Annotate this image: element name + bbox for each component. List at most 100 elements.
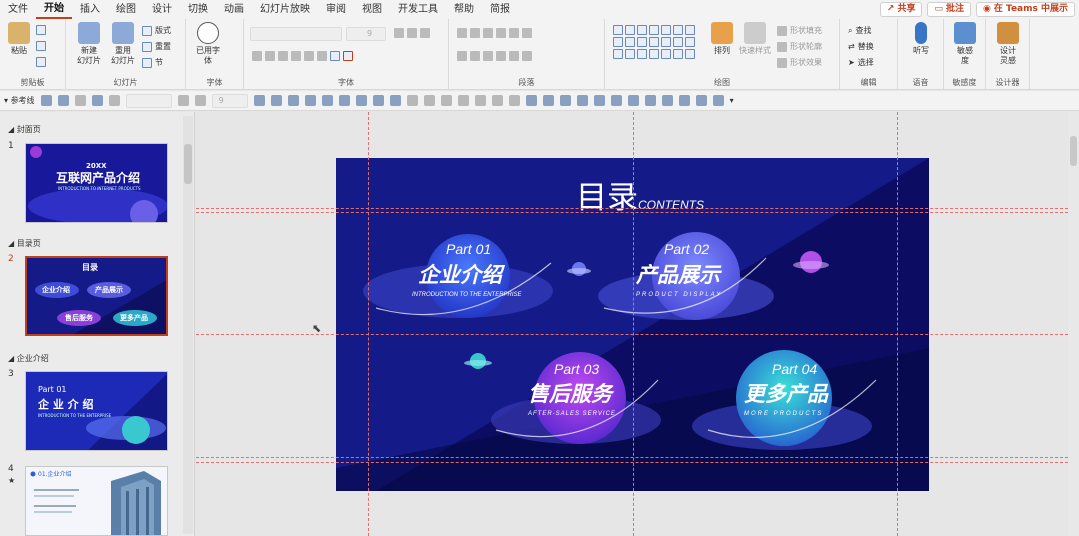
tab-review[interactable]: 审阅 xyxy=(318,0,354,19)
quick-style-button[interactable]: 快速样式 xyxy=(737,22,773,56)
slide-editing-area[interactable]: 目录 CONTENTS Part 01 企业介绍 INTRODUCTION TO… xyxy=(196,112,1068,536)
tab-view[interactable]: 视图 xyxy=(354,0,390,19)
tab-developer[interactable]: 开发工具 xyxy=(390,0,446,19)
section-header[interactable]: ◢ 封面页 xyxy=(8,124,41,135)
tab-file[interactable]: 文件 xyxy=(0,0,36,19)
font-format-buttons[interactable] xyxy=(252,51,353,61)
sensitivity-button[interactable]: 敏感 度 xyxy=(952,22,978,66)
eraser-icon[interactable] xyxy=(559,95,571,106)
align-left-icon[interactable] xyxy=(253,95,265,106)
panel-scrollbar[interactable] xyxy=(183,116,193,534)
align-center-icon[interactable] xyxy=(287,95,299,106)
used-fonts-button[interactable]: 已用字体 xyxy=(194,22,222,66)
scroll-thumb[interactable] xyxy=(1070,136,1077,166)
tab-slideshow[interactable]: 幻灯片放映 xyxy=(252,0,318,19)
arrange-button[interactable]: 排列 xyxy=(709,22,735,56)
scroll-thumb[interactable] xyxy=(184,144,192,184)
line-icon[interactable] xyxy=(457,95,469,106)
shrink-font-icon[interactable] xyxy=(194,95,206,106)
tab-briefing[interactable]: 简报 xyxy=(482,0,518,19)
grow-font-icon[interactable] xyxy=(177,95,189,106)
highlight-icon xyxy=(330,51,340,61)
slide-thumb-1[interactable]: 20XX 互联网产品介绍 INTRODUCTION TO INTERNET PR… xyxy=(25,143,168,223)
case-icon xyxy=(317,51,327,61)
shape-fill-button[interactable]: 形状填充 xyxy=(777,25,822,36)
brush-icon[interactable] xyxy=(491,95,503,106)
picture-icon[interactable] xyxy=(508,95,520,106)
shapes-gallery[interactable] xyxy=(613,25,705,59)
rectangle-icon[interactable] xyxy=(406,95,418,106)
tab-insert[interactable]: 插入 xyxy=(72,0,108,19)
tab-home[interactable]: 开始 xyxy=(36,0,72,19)
share-button[interactable]: ↗ 共享 xyxy=(879,2,923,17)
dictate-button[interactable]: 听写 xyxy=(908,22,934,56)
text-color-icon[interactable] xyxy=(593,95,605,106)
replace-button[interactable]: ⇄ 替换 xyxy=(848,41,874,52)
eyedropper-icon[interactable] xyxy=(610,95,622,106)
redo-icon[interactable] xyxy=(74,95,86,106)
slide-thumb-2[interactable]: 目录 企业介绍 产品展示 售后服务 更多产品 xyxy=(25,256,168,336)
slide-thumb-4[interactable]: 01.企业介绍 xyxy=(25,466,168,536)
guide-line xyxy=(196,212,1068,213)
outline-color-icon[interactable] xyxy=(576,95,588,106)
cut-button[interactable] xyxy=(36,25,46,35)
find-button[interactable]: ⌕ 查找 xyxy=(848,25,871,36)
shape-outline-button[interactable]: 形状轮廓 xyxy=(777,41,822,52)
teams-present-button[interactable]: ◉ 在 Teams 中展示 xyxy=(976,2,1075,17)
qat-font-select[interactable] xyxy=(125,93,172,108)
align-buttons[interactable] xyxy=(457,51,532,61)
tab-design[interactable]: 设计 xyxy=(144,0,180,19)
highlighter-icon[interactable] xyxy=(542,95,554,106)
tab-help[interactable]: 帮助 xyxy=(446,0,482,19)
align-top-icon[interactable] xyxy=(270,95,282,106)
resize-icon[interactable] xyxy=(695,95,707,106)
section-header[interactable]: ◢ 企业介绍 xyxy=(8,353,49,364)
slide-thumb-3[interactable]: Part 01 企 业 介 绍 INTRODUCTION TO THE ENTE… xyxy=(25,371,168,451)
tab-animations[interactable]: 动画 xyxy=(216,0,252,19)
tab-draw[interactable]: 绘图 xyxy=(108,0,144,19)
reset-button[interactable]: 重置 xyxy=(142,41,171,52)
customize-qat-icon[interactable]: ▾ xyxy=(730,96,734,105)
new-slide-button[interactable]: 新建 幻灯片 xyxy=(74,22,104,66)
present-icon[interactable] xyxy=(91,95,103,106)
list-buttons[interactable] xyxy=(457,28,532,38)
section-header[interactable]: ◢ 目录页 xyxy=(8,238,41,249)
save-icon[interactable] xyxy=(40,95,52,106)
reuse-slide-button[interactable]: 重用 幻灯片 xyxy=(108,22,138,66)
cover-thumb-art: 20XX 互联网产品介绍 INTRODUCTION TO INTERNET PR… xyxy=(28,146,167,222)
copy-button[interactable] xyxy=(36,41,46,51)
eyedropper2-icon[interactable] xyxy=(627,95,639,106)
grid-icon[interactable] xyxy=(108,95,120,106)
device-icon[interactable] xyxy=(712,95,724,106)
paste-button[interactable]: 粘贴 xyxy=(6,22,32,56)
shape-effect-button[interactable]: 形状效果 xyxy=(777,57,822,68)
pen-icon[interactable] xyxy=(525,95,537,106)
distribute-icon[interactable] xyxy=(321,95,333,106)
qat-font-size[interactable]: 9 xyxy=(211,93,248,108)
layout-button[interactable]: 版式 xyxy=(142,25,171,36)
font-family-select[interactable] xyxy=(250,27,342,41)
flag-icon[interactable] xyxy=(661,95,673,106)
align-right-icon[interactable] xyxy=(338,95,350,106)
align-middle-icon[interactable] xyxy=(304,95,316,106)
fill-icon[interactable] xyxy=(474,95,486,106)
designer-button[interactable]: 设计 灵感 xyxy=(994,22,1022,66)
comment-button[interactable]: ▭ 批注 xyxy=(927,2,972,17)
tab-transitions[interactable]: 切换 xyxy=(180,0,216,19)
star-icon[interactable] xyxy=(644,95,656,106)
order-icon[interactable] xyxy=(389,95,401,106)
crop-icon[interactable] xyxy=(678,95,690,106)
guides-toggle[interactable]: ▾ 参考线 xyxy=(4,95,35,106)
section-button[interactable]: 节 xyxy=(142,57,163,68)
group-icon[interactable] xyxy=(372,95,384,106)
font-grow-shrink[interactable] xyxy=(394,28,430,38)
select-button[interactable]: ➤ 选择 xyxy=(848,57,874,68)
rounded-rect-icon[interactable] xyxy=(423,95,435,106)
format-painter-button[interactable] xyxy=(36,57,46,67)
undo-icon[interactable] xyxy=(57,95,69,106)
canvas-scrollbar[interactable] xyxy=(1068,112,1079,536)
oval-icon[interactable] xyxy=(440,95,452,106)
font-size-select[interactable]: 9 xyxy=(346,27,386,41)
thumb3-sub: INTRODUCTION TO THE ENTERPRISE xyxy=(38,413,112,418)
align-bottom-icon[interactable] xyxy=(355,95,367,106)
